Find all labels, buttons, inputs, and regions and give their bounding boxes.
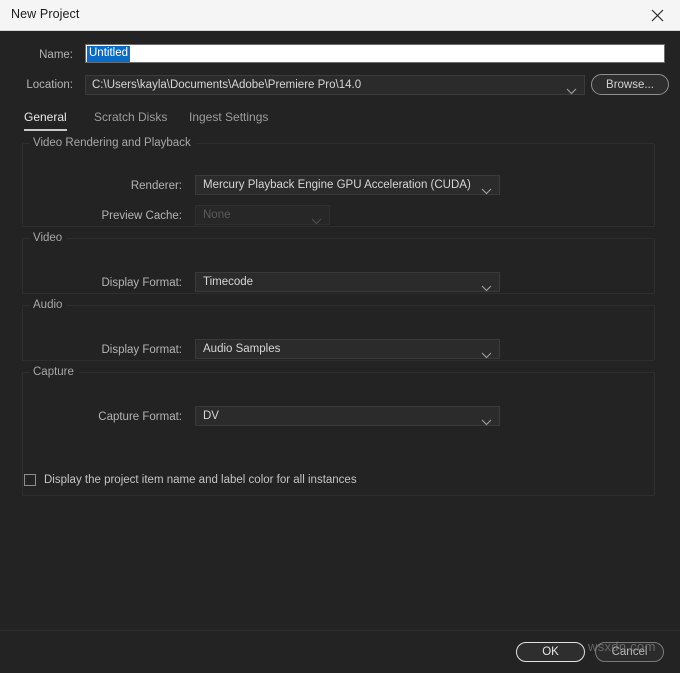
group-title: Capture [30,366,79,378]
group-title: Video [30,232,68,244]
audio-display-format-label: Display Format: [101,344,182,356]
project-name-value: Untitled [87,45,130,62]
preview-cache-value: None [203,209,231,221]
chevron-down-icon [481,413,492,431]
chevron-down-icon [311,212,322,230]
capture-format-value: DV [203,410,219,422]
tab-ingest-settings[interactable]: Ingest Settings [189,110,268,129]
project-name-input[interactable]: Untitled [85,44,665,63]
capture-format-label: Capture Format: [98,411,182,423]
display-project-item-checkbox[interactable] [24,474,36,486]
renderer-label: Renderer: [130,180,182,192]
location-value: C:\Users\kayla\Documents\Adobe\Premiere … [92,79,362,91]
new-project-dialog: New Project Name: Untitled Location: C:\… [0,0,680,673]
capture-format-dropdown[interactable]: DV [195,406,500,426]
browse-button[interactable]: Browse... [591,74,669,95]
audio-display-format-dropdown[interactable]: Audio Samples [195,339,500,359]
footer-separator [0,630,680,631]
location-label: Location: [26,79,73,91]
group-title: Audio [30,299,68,311]
window-title: New Project [11,7,80,21]
close-icon[interactable] [634,0,680,30]
chevron-down-icon [481,182,492,200]
chevron-down-icon [566,82,577,100]
group-title: Video Rendering and Playback [30,137,196,149]
preview-cache-dropdown: None [195,205,330,225]
dialog-body: Name: Untitled Location: C:\Users\kayla\… [0,31,680,673]
renderer-value: Mercury Playback Engine GPU Acceleration… [203,179,471,191]
cancel-button[interactable]: Cancel [595,642,664,662]
display-project-item-label: Display the project item name and label … [44,474,357,486]
renderer-dropdown[interactable]: Mercury Playback Engine GPU Acceleration… [195,175,500,195]
video-display-format-value: Timecode [203,276,254,288]
video-display-format-dropdown[interactable]: Timecode [195,272,500,292]
audio-display-format-value: Audio Samples [203,343,281,355]
name-label: Name: [39,49,73,61]
preview-cache-label: Preview Cache: [101,210,182,222]
chevron-down-icon [481,346,492,364]
ok-button[interactable]: OK [516,642,585,662]
location-dropdown[interactable]: C:\Users\kayla\Documents\Adobe\Premiere … [85,75,585,95]
chevron-down-icon [481,279,492,297]
titlebar: New Project [0,0,680,31]
tab-general[interactable]: General [24,110,67,131]
tab-scratch-disks[interactable]: Scratch Disks [94,110,167,129]
display-project-item-option[interactable]: Display the project item name and label … [24,471,357,489]
video-display-format-label: Display Format: [101,277,182,289]
